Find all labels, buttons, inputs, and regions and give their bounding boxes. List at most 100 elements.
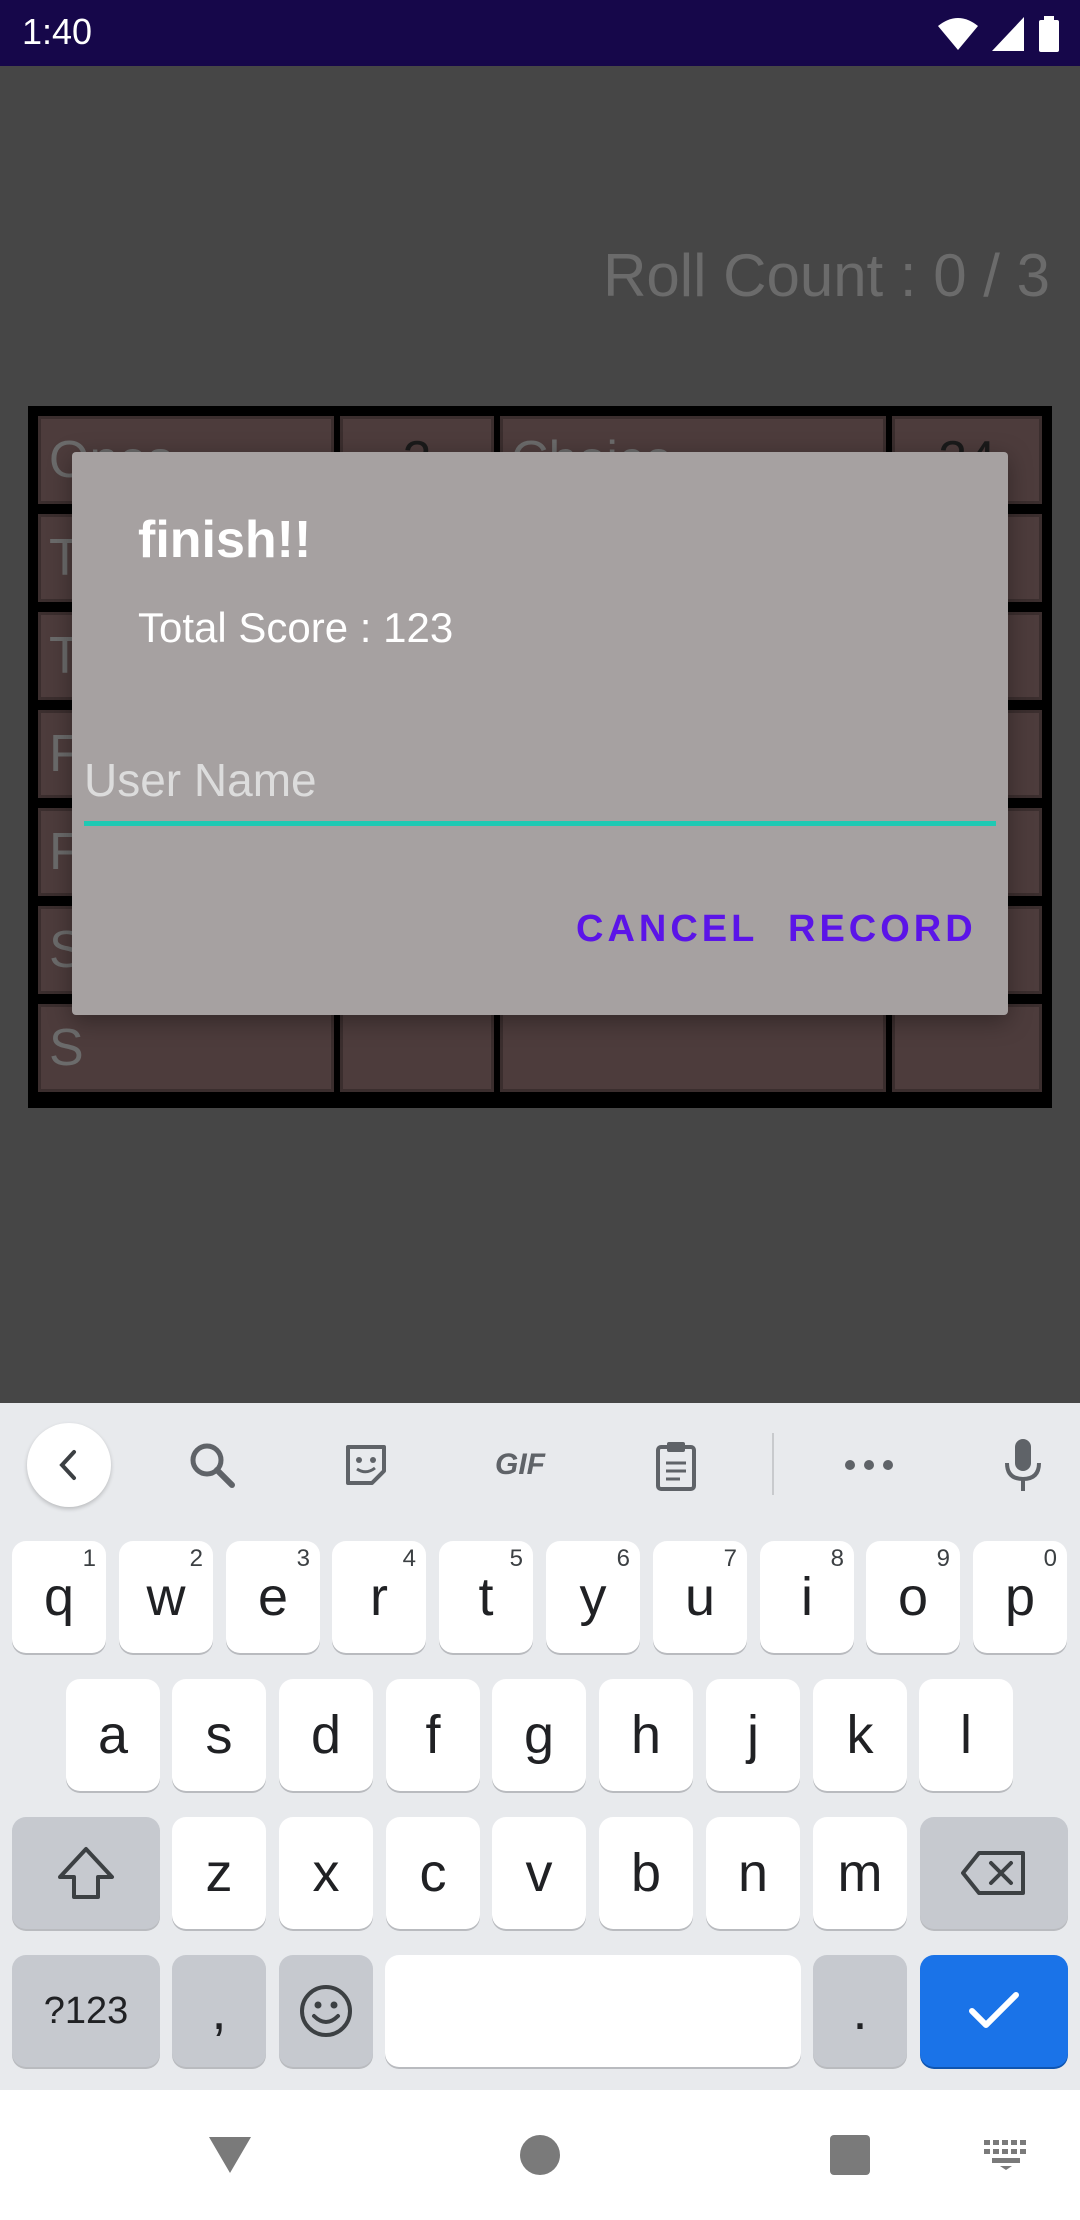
key-label: o bbox=[897, 1567, 929, 1627]
sticker-icon bbox=[346, 1445, 386, 1485]
keyboard-toolbar: GIF bbox=[0, 1403, 1080, 1523]
enter-key[interactable] bbox=[920, 1955, 1068, 2067]
key-f[interactable]: f bbox=[386, 1679, 480, 1791]
key-e[interactable]: e3 bbox=[226, 1541, 320, 1653]
key-label: q bbox=[43, 1567, 75, 1627]
key-label: p bbox=[1004, 1567, 1036, 1627]
score-value-cell bbox=[340, 1004, 494, 1092]
record-button[interactable]: RECORD bbox=[788, 908, 977, 951]
keyboard-sticker-button[interactable] bbox=[324, 1423, 408, 1507]
comma-key[interactable]: , bbox=[172, 1955, 266, 2067]
nav-recents-button[interactable] bbox=[810, 2120, 890, 2190]
status-time: 1:40 bbox=[22, 11, 93, 52]
key-t[interactable]: t5 bbox=[439, 1541, 533, 1653]
soft-keyboard: GIF q1 w2 e3 r4 t5 y6 u7 i8 o9 p0 a s d … bbox=[0, 1403, 1080, 2090]
key-k[interactable]: k bbox=[813, 1679, 907, 1791]
total-score-message: Total Score : 123 bbox=[138, 604, 454, 651]
signal-icon bbox=[992, 17, 1024, 51]
keyboard-icon bbox=[984, 2140, 1026, 2170]
key-g[interactable]: g bbox=[492, 1679, 586, 1791]
key-hint: 1 bbox=[82, 1545, 96, 1572]
keyboard-mic-button[interactable] bbox=[981, 1423, 1065, 1507]
key-b[interactable]: b bbox=[599, 1817, 693, 1929]
key-q[interactable]: q1 bbox=[12, 1541, 106, 1653]
nav-home-button[interactable] bbox=[500, 2120, 580, 2190]
keyboard-clipboard-button[interactable] bbox=[634, 1423, 718, 1507]
finish-dialog: finish!! Total Score : 123 CANCEL RECORD bbox=[72, 452, 1008, 1015]
dialog-title: finish!! bbox=[138, 511, 312, 569]
key-w[interactable]: w2 bbox=[119, 1541, 213, 1653]
key-hint: 2 bbox=[189, 1545, 203, 1572]
key-label: w bbox=[146, 1567, 186, 1627]
key-o[interactable]: o9 bbox=[866, 1541, 960, 1653]
cancel-button[interactable]: CANCEL bbox=[576, 908, 758, 951]
key-label: t bbox=[478, 1567, 494, 1627]
key-h[interactable]: h bbox=[599, 1679, 693, 1791]
emoji-icon bbox=[300, 1985, 352, 2037]
battery-icon bbox=[1039, 16, 1059, 52]
keyboard-gif-button[interactable]: GIF bbox=[478, 1423, 562, 1507]
chevron-left-icon bbox=[59, 1450, 76, 1480]
key-hint: 6 bbox=[616, 1545, 630, 1572]
key-label: i bbox=[801, 1567, 813, 1627]
key-hint: 8 bbox=[830, 1545, 844, 1572]
key-r[interactable]: r4 bbox=[332, 1541, 426, 1653]
user-name-input[interactable] bbox=[84, 746, 996, 826]
key-s[interactable]: s bbox=[172, 1679, 266, 1791]
status-bar: 1:40 bbox=[0, 0, 1080, 66]
space-key[interactable] bbox=[385, 1955, 801, 2067]
score-name-cell bbox=[500, 1004, 886, 1092]
gif-label: GIF bbox=[495, 1448, 545, 1481]
key-v[interactable]: v bbox=[492, 1817, 586, 1929]
back-triangle-icon bbox=[209, 2137, 251, 2173]
recents-square-icon bbox=[830, 2135, 870, 2175]
key-label: y bbox=[579, 1567, 607, 1627]
search-icon bbox=[190, 1443, 235, 1488]
score-row: S bbox=[38, 1004, 1042, 1092]
shift-key[interactable] bbox=[12, 1817, 160, 1929]
symbols-key[interactable]: ?123 bbox=[12, 1955, 160, 2067]
toolbar-divider bbox=[772, 1433, 774, 1495]
key-u[interactable]: u7 bbox=[653, 1541, 747, 1653]
key-hint: 3 bbox=[296, 1545, 310, 1572]
home-circle-icon bbox=[520, 2135, 560, 2175]
key-m[interactable]: m bbox=[813, 1817, 907, 1929]
key-hint: 0 bbox=[1043, 1545, 1057, 1572]
key-hint: 4 bbox=[402, 1545, 416, 1572]
period-key[interactable]: . bbox=[813, 1955, 907, 2067]
nav-back-button[interactable] bbox=[190, 2120, 270, 2190]
emoji-key[interactable] bbox=[279, 1955, 373, 2067]
keyboard-switch-button[interactable] bbox=[966, 2120, 1046, 2190]
key-x[interactable]: x bbox=[279, 1817, 373, 1929]
key-n[interactable]: n bbox=[706, 1817, 800, 1929]
key-d[interactable]: d bbox=[279, 1679, 373, 1791]
mic-icon bbox=[1005, 1439, 1041, 1491]
key-label: u bbox=[684, 1567, 716, 1627]
checkmark-icon bbox=[969, 1992, 1019, 2028]
keyboard-back-button[interactable] bbox=[27, 1423, 111, 1507]
key-z[interactable]: z bbox=[172, 1817, 266, 1929]
roll-count: Roll Count : 0 / 3 bbox=[603, 242, 1050, 309]
key-i[interactable]: i8 bbox=[760, 1541, 854, 1653]
key-l[interactable]: l bbox=[919, 1679, 1013, 1791]
keyboard-more-button[interactable] bbox=[827, 1423, 911, 1507]
navigation-bar bbox=[0, 2090, 1080, 2220]
key-hint: 9 bbox=[936, 1545, 950, 1572]
more-icon bbox=[845, 1460, 893, 1470]
key-y[interactable]: y6 bbox=[546, 1541, 640, 1653]
score-value-cell bbox=[892, 1004, 1042, 1092]
key-a[interactable]: a bbox=[66, 1679, 160, 1791]
backspace-icon bbox=[961, 1851, 1025, 1895]
backspace-key[interactable] bbox=[920, 1817, 1068, 1929]
keyboard-search-button[interactable] bbox=[170, 1423, 254, 1507]
key-hint: 7 bbox=[723, 1545, 737, 1572]
key-j[interactable]: j bbox=[706, 1679, 800, 1791]
shift-icon bbox=[58, 1847, 114, 1899]
key-label: e bbox=[257, 1567, 289, 1627]
key-hint: 5 bbox=[509, 1545, 523, 1572]
key-c[interactable]: c bbox=[386, 1817, 480, 1929]
wifi-icon bbox=[938, 18, 978, 50]
key-label: r bbox=[370, 1567, 388, 1627]
key-p[interactable]: p0 bbox=[973, 1541, 1067, 1653]
score-name-cell: S bbox=[38, 1004, 334, 1092]
